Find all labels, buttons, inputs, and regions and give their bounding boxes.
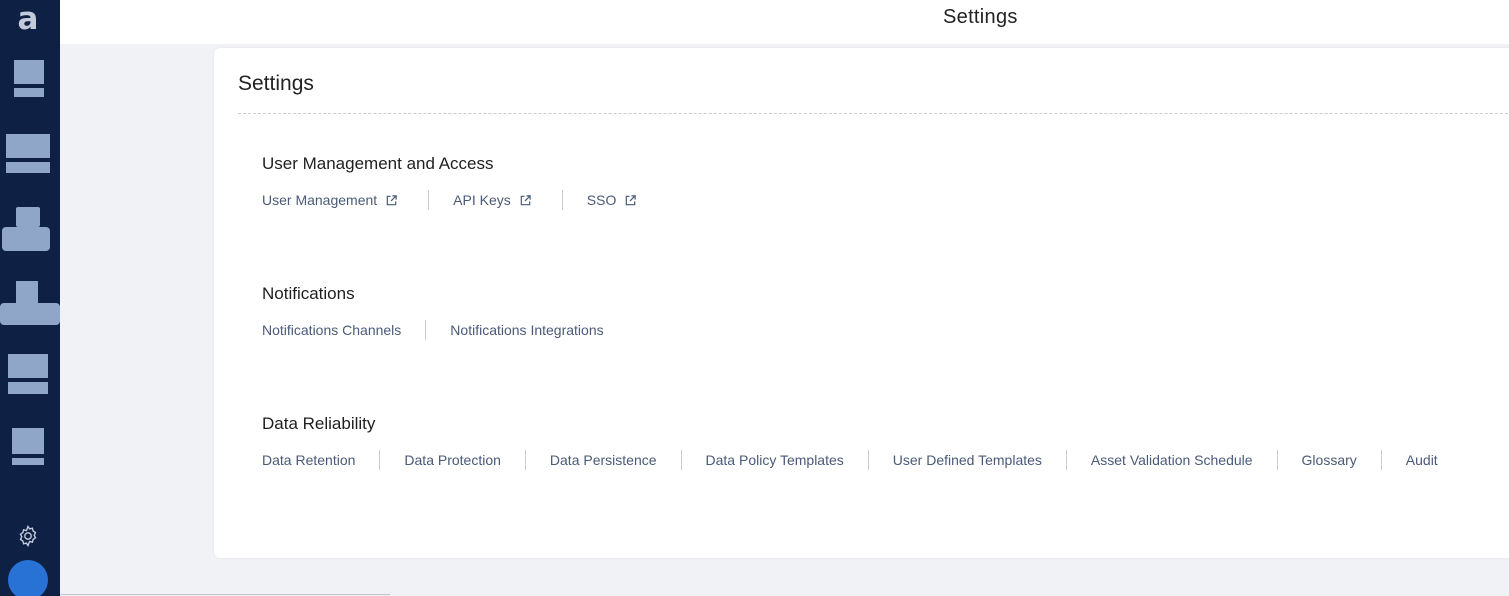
link-label: Data Protection	[404, 452, 501, 468]
link-label: Data Policy Templates	[705, 452, 844, 468]
bottom-divider	[60, 594, 390, 595]
link-sso[interactable]: SSO	[587, 192, 638, 208]
link-label: User Management	[262, 192, 378, 208]
separator	[561, 190, 563, 210]
section-title: User Management and Access	[262, 154, 494, 173]
link-label: User Defined Templates	[892, 452, 1042, 468]
link-user-management[interactable]: User Management	[262, 192, 398, 208]
separator	[1065, 450, 1067, 470]
nav-item-1-icon[interactable]	[14, 60, 44, 98]
divider	[238, 113, 1509, 114]
page-title: Settings	[238, 72, 314, 95]
link-data-policy-templates[interactable]: Data Policy Templates	[706, 452, 844, 468]
link-label: API Keys	[453, 192, 511, 208]
section-notifications: Notifications Notifications Channels Not…	[262, 284, 604, 340]
separator	[1380, 450, 1382, 470]
nav-item-3-icon[interactable]	[2, 207, 50, 253]
external-link-icon	[386, 194, 397, 205]
section-data-reliability: Data Reliability Data Retention Data Pro…	[262, 414, 1438, 470]
link-notifications-channels[interactable]: Notifications Channels	[262, 322, 401, 338]
settings-card: Settings User Management and Access User…	[214, 48, 1509, 558]
separator	[1276, 450, 1278, 470]
gear-icon[interactable]	[16, 524, 40, 548]
link-asset-validation-schedule[interactable]: Asset Validation Schedule	[1091, 452, 1253, 468]
separator	[428, 190, 430, 210]
sidebar: a	[0, 0, 60, 596]
nav-item-5-icon[interactable]	[8, 354, 48, 394]
link-glossary[interactable]: Glossary	[1302, 452, 1357, 468]
section-title: Notifications	[262, 284, 355, 303]
link-user-defined-templates[interactable]: User Defined Templates	[893, 452, 1042, 468]
section-title: Data Reliability	[262, 414, 376, 433]
link-api-keys[interactable]: API Keys	[453, 192, 532, 208]
link-label: Audit	[1405, 452, 1438, 468]
nav-item-6-icon[interactable]	[12, 428, 44, 466]
external-link-icon	[626, 194, 637, 205]
section-user-management: User Management and Access User Manageme…	[262, 154, 637, 210]
separator	[425, 320, 427, 340]
link-label: Glossary	[1301, 452, 1357, 468]
link-label: Notifications Channels	[262, 322, 402, 338]
separator	[680, 450, 682, 470]
separator	[524, 450, 526, 470]
separator	[867, 450, 869, 470]
nav-item-4-icon[interactable]	[0, 281, 60, 325]
link-label: SSO	[586, 192, 617, 208]
link-notifications-integrations[interactable]: Notifications Integrations	[450, 322, 603, 338]
avatar[interactable]	[8, 560, 48, 596]
app-logo[interactable]: a	[14, 4, 42, 35]
link-label: Notifications Integrations	[450, 322, 604, 338]
link-label: Data Persistence	[549, 452, 657, 468]
topbar-title: Settings	[943, 6, 1018, 28]
link-data-protection[interactable]: Data Protection	[404, 452, 501, 468]
link-data-persistence[interactable]: Data Persistence	[550, 452, 657, 468]
separator	[379, 450, 381, 470]
topbar: Settings	[60, 0, 1509, 44]
link-label: Data Retention	[262, 452, 356, 468]
link-label: Asset Validation Schedule	[1090, 452, 1253, 468]
link-data-retention[interactable]: Data Retention	[262, 452, 355, 468]
external-link-icon	[520, 194, 531, 205]
nav-item-2-icon[interactable]	[6, 134, 50, 174]
link-audit[interactable]: Audit	[1406, 452, 1438, 468]
